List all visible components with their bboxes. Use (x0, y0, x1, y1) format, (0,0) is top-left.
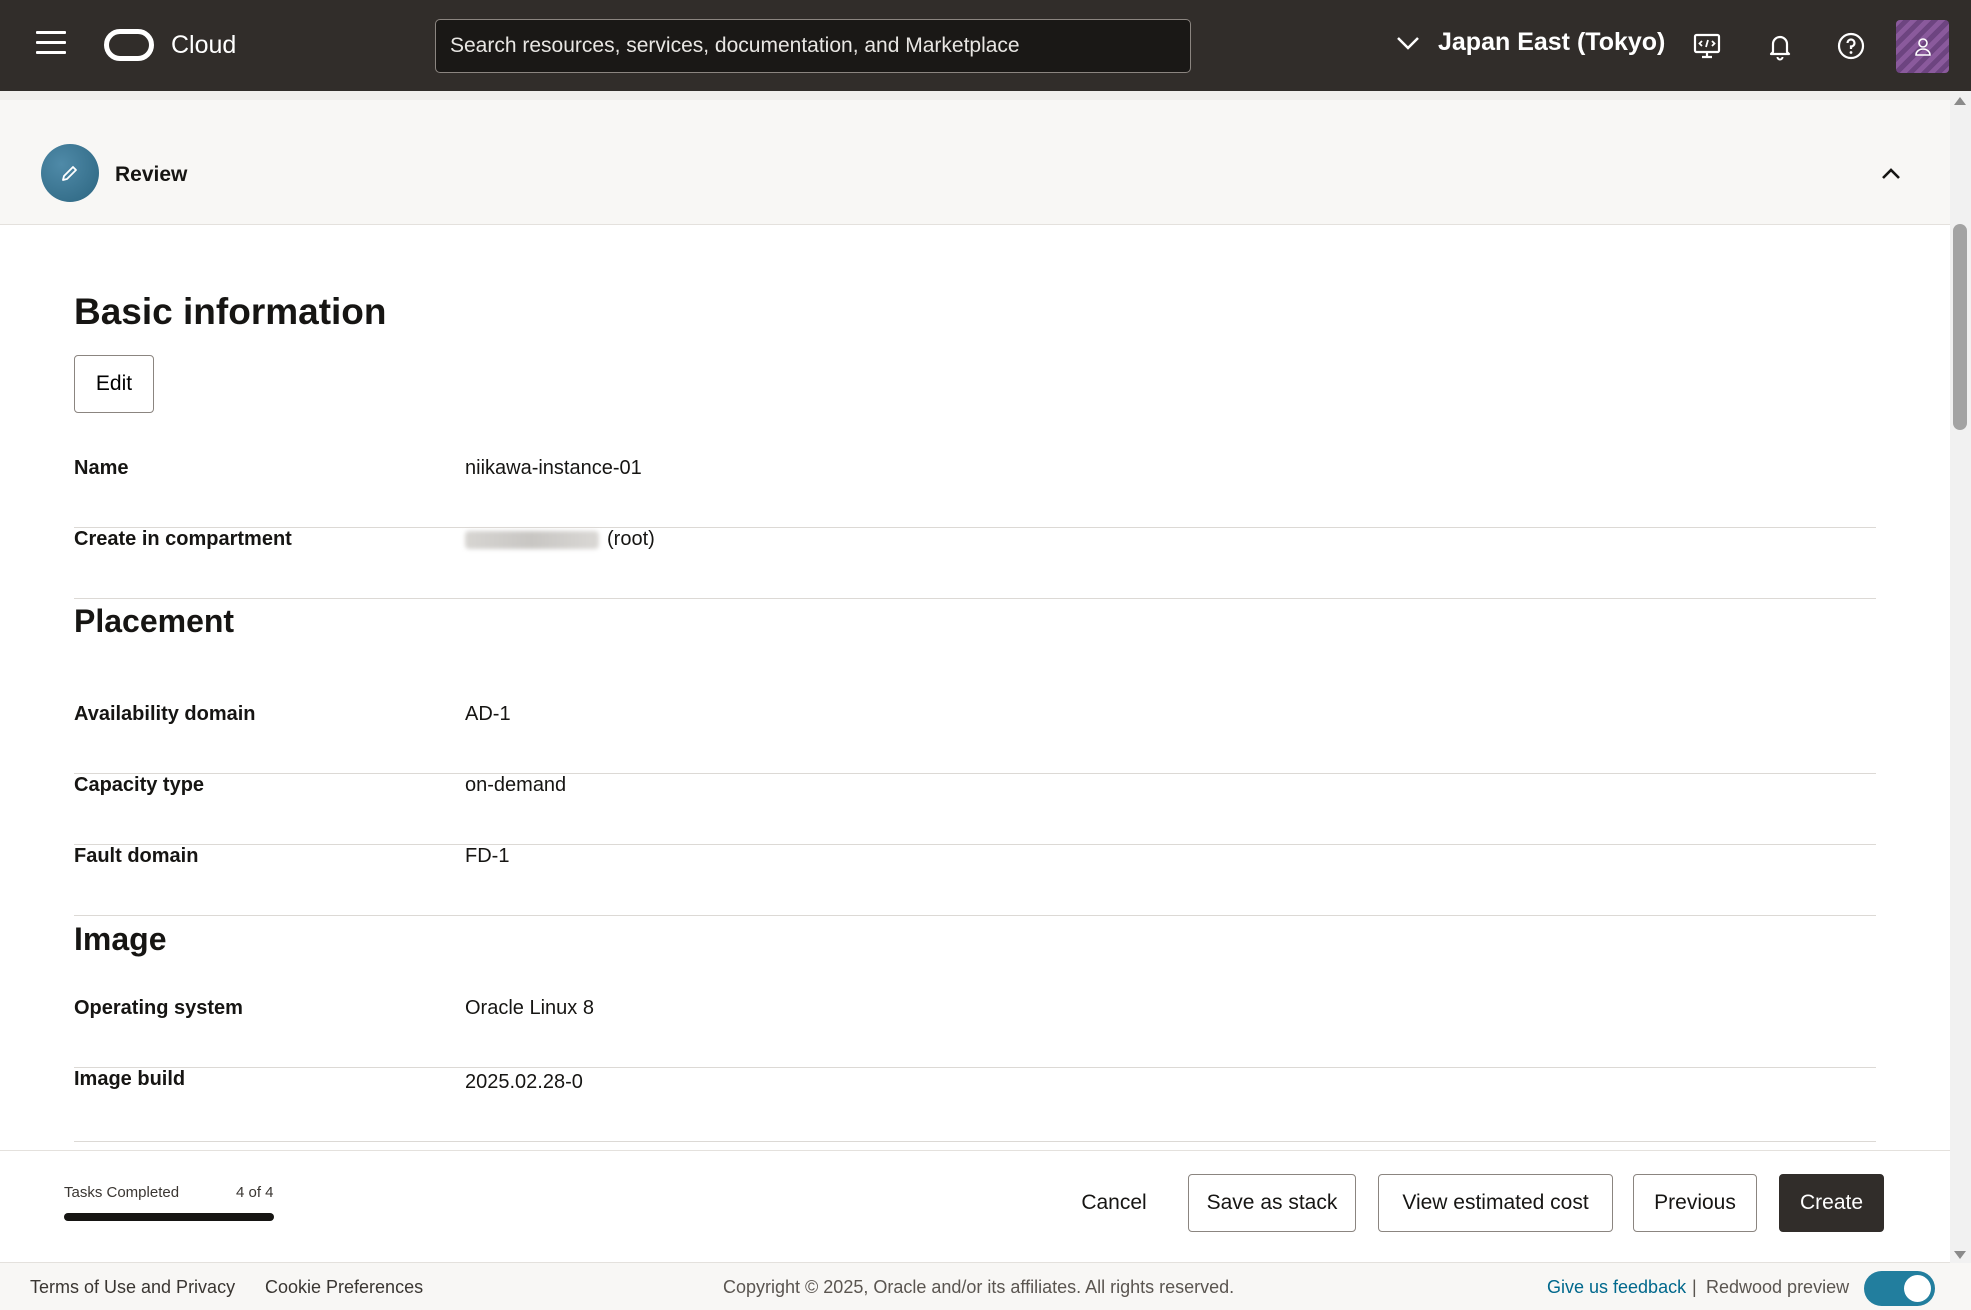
detail-row: Fault domain FD-1 (74, 845, 1876, 916)
review-title: Review (115, 163, 188, 186)
search-input[interactable]: Search resources, services, documentatio… (435, 19, 1191, 73)
vertical-scrollbar[interactable] (1950, 91, 1971, 1263)
chevron-down-icon (1397, 36, 1419, 50)
scrollbar-thumb[interactable] (1953, 224, 1967, 430)
section-heading-image: Image (74, 921, 167, 957)
detail-value: AD-1 (465, 703, 511, 725)
tasks-completed-count: 4 of 4 (236, 1184, 274, 1201)
chevron-up-icon[interactable] (1877, 160, 1905, 188)
detail-row: Create in compartment (root) (74, 528, 1876, 599)
detail-label: Image build (74, 1068, 186, 1090)
redwood-preview-toggle[interactable] (1864, 1271, 1935, 1306)
detail-row: Availability domain AD-1 (74, 703, 1876, 774)
detail-value: Oracle Linux 8 (465, 997, 594, 1019)
redacted-compartment-name (465, 530, 599, 549)
region-label: Japan East (Tokyo) (1438, 28, 1666, 56)
detail-value: FD-1 (465, 845, 510, 867)
wizard-action-bar: Tasks Completed 4 of 4 Cancel Save as st… (0, 1150, 1950, 1263)
detail-label: Availability domain (74, 703, 256, 725)
cloud-shell-icon[interactable] (1691, 30, 1723, 62)
redwood-preview-label: Redwood preview (1706, 1277, 1850, 1297)
detail-row: Capacity type on-demand (74, 774, 1876, 845)
tasks-completed-label: Tasks Completed (64, 1184, 180, 1201)
page-footer: Terms of Use and Privacy Cookie Preferen… (0, 1263, 1971, 1310)
terms-of-use-link[interactable]: Terms of Use and Privacy (30, 1277, 235, 1298)
help-icon[interactable] (1835, 30, 1867, 62)
toggle-knob (1904, 1275, 1931, 1302)
scroll-down-arrow-icon[interactable] (1954, 1251, 1966, 1259)
cookie-preferences-link[interactable]: Cookie Preferences (265, 1277, 423, 1298)
detail-label: Fault domain (74, 845, 199, 867)
detail-row: Operating system Oracle Linux 8 (74, 997, 1876, 1068)
give-feedback-link[interactable]: Give us feedback (1547, 1277, 1686, 1298)
create-button[interactable]: Create (1779, 1174, 1884, 1232)
detail-value: (root) (465, 528, 655, 551)
brand-name[interactable]: Cloud (171, 31, 236, 60)
region-selector[interactable]: Japan East (Tokyo) (1396, 28, 1665, 57)
copyright-text: Copyright © 2025, Oracle and/or its affi… (723, 1277, 1235, 1297)
detail-label: Create in compartment (74, 528, 292, 550)
detail-label: Name (74, 457, 129, 479)
compartment-suffix: (root) (607, 528, 655, 550)
oracle-logo-icon[interactable] (104, 29, 154, 61)
section-heading-basic-information: Basic information (74, 291, 387, 332)
hamburger-menu-icon[interactable] (36, 31, 66, 61)
detail-label: Capacity type (74, 774, 205, 796)
previous-button[interactable]: Previous (1633, 1174, 1757, 1232)
cancel-button[interactable]: Cancel (1062, 1174, 1166, 1232)
top-header: Cloud Search resources, services, docume… (0, 0, 1971, 91)
detail-value: niikawa-instance-01 (465, 457, 642, 479)
footer-separator: | (1692, 1277, 1697, 1297)
scroll-up-arrow-icon[interactable] (1954, 97, 1966, 105)
detail-row: Name niikawa-instance-01 (74, 457, 1876, 528)
edit-basic-information-button[interactable]: Edit (74, 355, 154, 413)
review-step-header: Review (0, 91, 1950, 225)
save-as-stack-button[interactable]: Save as stack (1188, 1174, 1356, 1232)
detail-row: Image build 2025.02.28-0 (74, 1068, 1876, 1142)
detail-value: on-demand (465, 774, 567, 796)
tasks-progress-bar (64, 1213, 274, 1221)
view-estimated-cost-button[interactable]: View estimated cost (1378, 1174, 1613, 1232)
pencil-icon (62, 166, 77, 181)
user-avatar[interactable] (1896, 20, 1949, 73)
tasks-progress-fill (64, 1213, 274, 1221)
user-icon (1914, 37, 1931, 56)
detail-label: Operating system (74, 997, 243, 1019)
section-heading-placement: Placement (74, 603, 235, 639)
detail-value: 2025.02.28-0 (465, 1071, 583, 1093)
notifications-bell-icon[interactable] (1764, 30, 1796, 62)
review-step-icon (41, 144, 99, 202)
